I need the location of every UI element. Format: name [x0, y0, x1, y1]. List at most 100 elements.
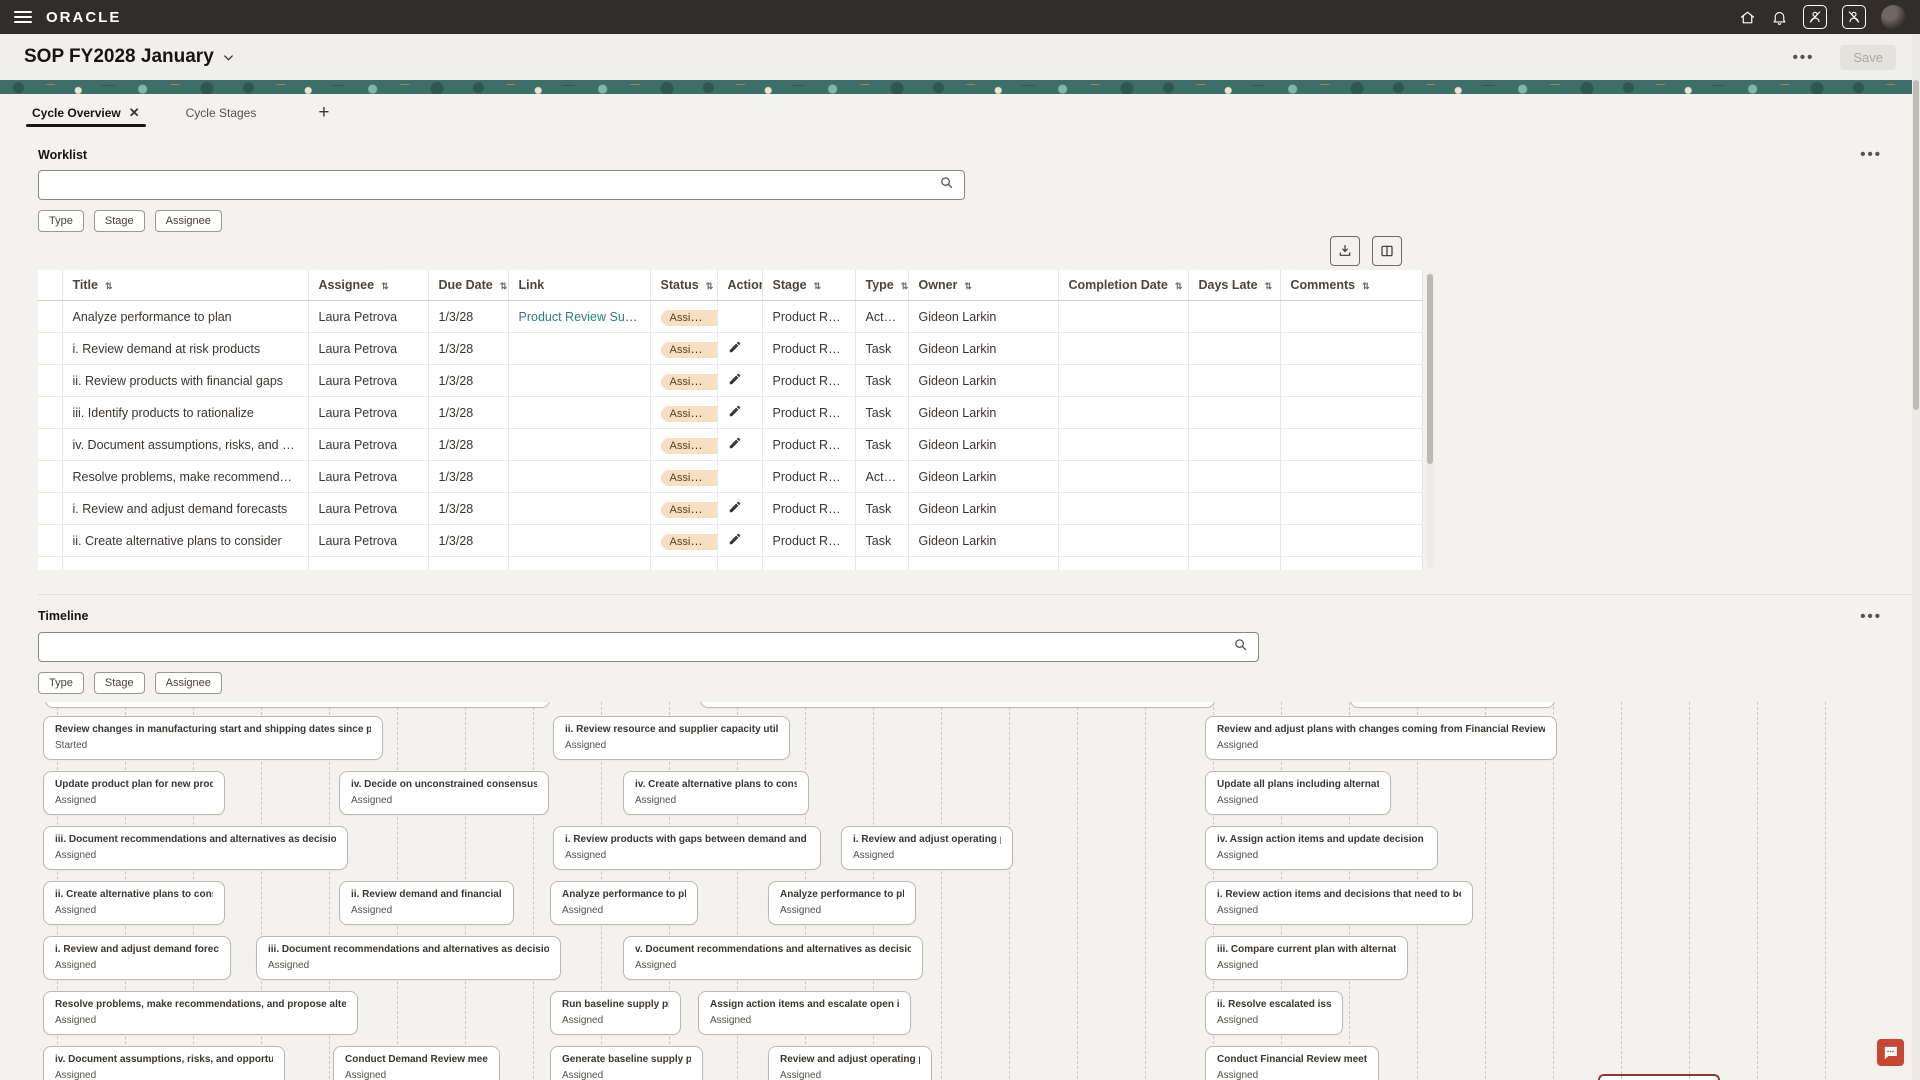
- filter-chip-stage[interactable]: Stage: [94, 672, 145, 694]
- timeline-card[interactable]: Resolve problems, make recommendations, …: [43, 991, 358, 1035]
- timeline-card[interactable]: ii. Review resource and supplier capacit…: [553, 716, 790, 760]
- home-icon[interactable]: [1739, 9, 1756, 26]
- timeline-card[interactable]: iv. Document assumptions, risks, and opp…: [43, 1046, 285, 1080]
- tab-close-icon[interactable]: ✕: [129, 106, 140, 119]
- timeline-card[interactable]: Analyze performance to planAssigned: [550, 881, 698, 925]
- notifications-bell-icon[interactable]: [1771, 9, 1788, 26]
- timeline-card[interactable]: iii. Compare current plan with alternati…: [1205, 936, 1408, 980]
- timeline-card[interactable]: Review changes in manufacturing start an…: [43, 716, 383, 760]
- timeline-card[interactable]: Analyze performance to planAssigned: [768, 881, 916, 925]
- sort-icon[interactable]: ⇅: [105, 281, 113, 291]
- timeline-card[interactable]: v. Document recommendations and alternat…: [623, 936, 923, 980]
- column-header-days_late[interactable]: Days Late⇅: [1188, 270, 1280, 301]
- column-header-comments[interactable]: Comments⇅: [1280, 270, 1422, 301]
- edit-pencil-icon[interactable]: [728, 532, 742, 546]
- save-button[interactable]: Save: [1840, 45, 1896, 70]
- sort-icon[interactable]: ⇅: [1265, 281, 1273, 291]
- timeline-card[interactable]: Assign action items and escalate open is…: [698, 991, 911, 1035]
- worklist-table-scrollbar[interactable]: [1426, 272, 1434, 568]
- filter-chip-type[interactable]: Type: [38, 672, 84, 694]
- sort-icon[interactable]: ⇅: [1362, 281, 1370, 291]
- filter-chip-stage[interactable]: Stage: [94, 210, 145, 232]
- timeline-card[interactable]: iii. Document recommendations and altern…: [43, 826, 348, 870]
- column-header-owner[interactable]: Owner⇅: [908, 270, 1058, 301]
- table-row[interactable]: iv. Document assumptions, risks, and opp…: [38, 429, 1422, 461]
- timeline-card[interactable]: i. Review action items and decisions tha…: [1205, 881, 1473, 925]
- column-header-stage[interactable]: Stage⇅: [762, 270, 855, 301]
- filter-chip-assignee[interactable]: Assignee: [155, 672, 222, 694]
- table-row[interactable]: ii. Create alternative plans to consider…: [38, 525, 1422, 557]
- table-row[interactable]: iii. Identify products to rationalizeLau…: [38, 397, 1422, 429]
- timeline-card-partial[interactable]: [1350, 702, 1555, 708]
- manage-columns-icon[interactable]: [1372, 236, 1402, 266]
- edit-pencil-icon[interactable]: [728, 500, 742, 514]
- page-scrollbar[interactable]: [1912, 34, 1920, 1080]
- chat-launcher-button[interactable]: [1877, 1039, 1904, 1066]
- table-row[interactable]: i. Review demand at risk productsLaura P…: [38, 333, 1422, 365]
- user-slash-icon-1[interactable]: [1803, 5, 1827, 29]
- user-slash-icon-2[interactable]: [1842, 5, 1866, 29]
- add-tab-icon[interactable]: +: [310, 102, 337, 124]
- timeline-card[interactable]: ii. Resolve escalated issuesAssigned: [1205, 991, 1343, 1035]
- timeline-card[interactable]: i. Review and adjust operating planAssig…: [841, 826, 1013, 870]
- sort-icon[interactable]: ⇅: [706, 281, 714, 291]
- timeline-card[interactable]: i. Review and adjust demand forecastsAss…: [43, 936, 231, 980]
- timeline-card[interactable]: i. Review products with gaps between dem…: [553, 826, 821, 870]
- timeline-card[interactable]: ii. Review demand and financial gapsAssi…: [339, 881, 514, 925]
- timeline-card-partial[interactable]: [700, 702, 1215, 708]
- timeline-card[interactable]: iv. Assign action items and update decis…: [1205, 826, 1438, 870]
- edit-pencil-icon[interactable]: [728, 372, 742, 386]
- sort-icon[interactable]: ⇅: [901, 281, 908, 291]
- timeline-card[interactable]: ii. Create alternative plans to consider…: [43, 881, 225, 925]
- sort-icon[interactable]: ⇅: [500, 281, 508, 291]
- column-header-status[interactable]: Status⇅: [650, 270, 717, 301]
- timeline-card[interactable]: Update all plans including alternativesA…: [1205, 771, 1391, 815]
- column-header-due_date[interactable]: Due Date⇅: [428, 270, 508, 301]
- sort-icon[interactable]: ⇅: [1175, 281, 1183, 291]
- worklist-search-input[interactable]: [49, 178, 939, 192]
- worklist-more-actions-icon[interactable]: •••: [1860, 147, 1882, 162]
- timeline-card[interactable]: iv. Create alternative plans to consider…: [623, 771, 809, 815]
- timeline-card[interactable]: Update product plan for new productsAssi…: [43, 771, 225, 815]
- header-more-actions-icon[interactable]: •••: [1793, 50, 1815, 65]
- timeline-card[interactable]: Review and adjust plans with changes com…: [1205, 716, 1557, 760]
- user-avatar[interactable]: [1881, 5, 1906, 30]
- timeline-card[interactable]: iii. Document recommendations and altern…: [256, 936, 561, 980]
- timeline-more-actions-icon[interactable]: •••: [1860, 609, 1882, 624]
- tab-cycle-overview[interactable]: Cycle Overview ✕: [26, 94, 146, 131]
- column-header-title[interactable]: Title⇅: [62, 270, 308, 301]
- tab-cycle-stages[interactable]: Cycle Stages: [180, 94, 263, 131]
- search-icon[interactable]: [1233, 637, 1248, 657]
- timeline-card[interactable]: iv. Decide on unconstrained consensus fo…: [339, 771, 549, 815]
- download-icon[interactable]: [1330, 236, 1360, 266]
- timeline-card[interactable]: Generate baseline supply planAssigned: [550, 1046, 703, 1080]
- sort-icon[interactable]: ⇅: [964, 281, 972, 291]
- filter-chip-assignee[interactable]: Assignee: [155, 210, 222, 232]
- title-chevron-down-icon[interactable]: [221, 50, 236, 65]
- timeline-card[interactable]: Run baseline supply planAssigned: [550, 991, 681, 1035]
- table-row[interactable]: i. Review and adjust demand forecastsLau…: [38, 493, 1422, 525]
- timeline-card[interactable]: Conduct Financial Review meetingAssigned: [1205, 1046, 1379, 1080]
- table-row[interactable]: Resolve problems, make recommendations, …: [38, 461, 1422, 493]
- edit-pencil-icon[interactable]: [728, 340, 742, 354]
- column-header-completion_date[interactable]: Completion Date⇅: [1058, 270, 1188, 301]
- search-icon[interactable]: [939, 175, 954, 195]
- worklist-search[interactable]: [38, 170, 965, 200]
- table-row[interactable]: ii. Review products with financial gapsL…: [38, 365, 1422, 397]
- timeline-card[interactable]: Conduct Demand Review meetingAssigned: [333, 1046, 500, 1080]
- column-header-type[interactable]: Type⇅: [855, 270, 908, 301]
- sort-icon[interactable]: ⇅: [814, 281, 822, 291]
- timeline-card[interactable]: Review and adjust operating planAssigned: [768, 1046, 932, 1080]
- table-row[interactable]: Analyze performance to planLaura Petrova…: [38, 301, 1422, 333]
- filter-chip-type[interactable]: Type: [38, 210, 84, 232]
- timeline-search-input[interactable]: [49, 640, 1233, 654]
- cell-status: Assigned: [650, 525, 717, 557]
- edit-pencil-icon[interactable]: [728, 404, 742, 418]
- menu-icon[interactable]: [14, 11, 32, 23]
- timeline-card-partial[interactable]: [45, 702, 550, 708]
- sort-icon[interactable]: ⇅: [381, 281, 389, 291]
- column-header-assignee[interactable]: Assignee⇅: [308, 270, 428, 301]
- edit-pencil-icon[interactable]: [728, 436, 742, 450]
- timeline-search[interactable]: [38, 632, 1259, 662]
- link-product-review-summary[interactable]: Product Review Summary: [519, 310, 651, 324]
